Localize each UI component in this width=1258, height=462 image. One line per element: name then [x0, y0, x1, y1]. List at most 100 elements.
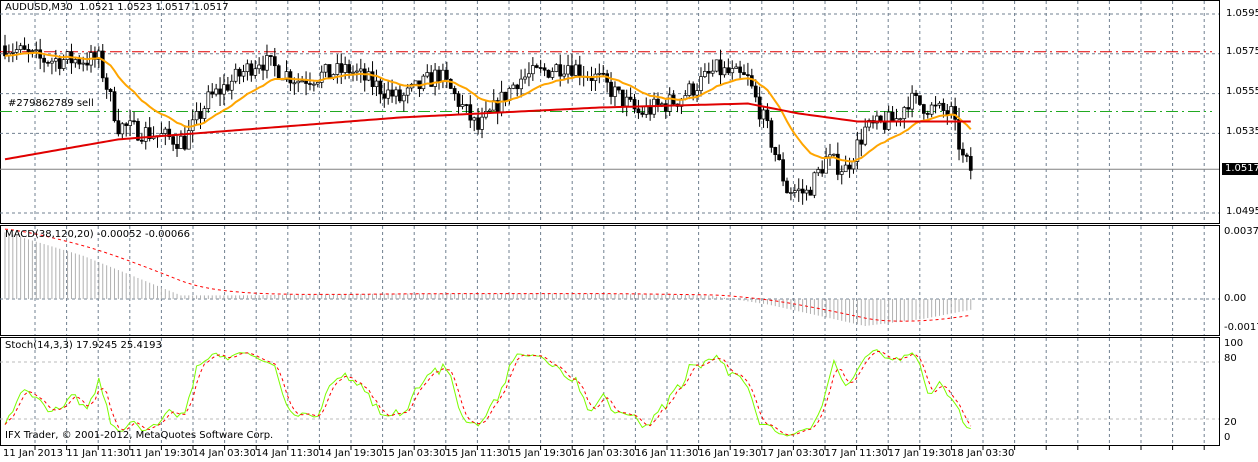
candle-body	[210, 91, 215, 95]
candle-body	[272, 56, 277, 67]
candle-body	[781, 159, 785, 182]
candle-body	[206, 91, 211, 109]
candle-body	[519, 78, 523, 90]
candle-body	[695, 90, 699, 96]
chart-header: AUDUSD,M30 1.0521 1.0523 1.0517 1.0517	[5, 2, 229, 14]
candle-body	[468, 104, 473, 121]
candle-body	[749, 75, 754, 87]
candle-body	[933, 104, 938, 107]
candle-body	[128, 120, 132, 126]
candle-body	[640, 112, 645, 115]
candle-body	[890, 111, 895, 122]
candle-body	[769, 120, 774, 148]
candle-body	[687, 83, 692, 96]
candle-body	[132, 120, 136, 123]
candle-body	[511, 84, 516, 89]
candle-body	[296, 80, 301, 84]
candle-body	[487, 109, 492, 112]
copyright-text: IFX Trader, © 2001-2012, MetaQuotes Soft…	[5, 430, 274, 441]
stoch-tick: 0	[1224, 432, 1231, 443]
candle-body	[648, 106, 653, 115]
time-tick: 14 Jan 03:30	[192, 448, 256, 459]
candle-body	[73, 59, 78, 64]
candle-body	[734, 66, 739, 69]
candle-body	[800, 188, 805, 194]
time-tick: 18 Jan 03:30	[951, 448, 1015, 459]
time-tick: 16 Jan 19:30	[698, 448, 762, 459]
candle-body	[26, 49, 31, 52]
candle-body	[253, 68, 258, 76]
candle-body	[315, 82, 320, 85]
stoch-tick: 80	[1224, 353, 1237, 364]
candle-body	[699, 76, 703, 91]
time-tick: 11 Jan 11:30	[66, 448, 130, 459]
candle-body	[914, 92, 918, 96]
candle-body	[667, 94, 672, 112]
symbol-label: AUDUSD,M30	[5, 2, 73, 13]
time-tick: 14 Jan 19:30	[319, 448, 383, 459]
candle-body	[574, 64, 578, 76]
candle-body	[476, 117, 480, 130]
price-tick: 1.0555	[1226, 86, 1258, 97]
candle-body	[288, 71, 293, 84]
candle-body	[902, 107, 907, 119]
candle-body	[77, 59, 82, 65]
candle-body	[820, 169, 825, 174]
candle-body	[753, 85, 758, 98]
candle-body	[229, 80, 234, 91]
candle-body	[233, 68, 238, 82]
candle-body	[347, 64, 351, 74]
candle-body	[851, 161, 856, 170]
candle-body	[577, 64, 582, 77]
candle-body	[269, 55, 273, 57]
order-label: #279862789 sell	[8, 98, 94, 109]
candle-body	[300, 80, 305, 83]
candle-body	[918, 95, 922, 105]
candle-body	[202, 108, 207, 119]
fast-moving-average	[4, 51, 972, 163]
candle-body	[312, 83, 316, 86]
candle-body	[527, 73, 531, 78]
candle-body	[65, 51, 70, 60]
stoch-label: Stoch(14,3,3) 17.9245 25.4193	[5, 340, 162, 351]
candle-body	[620, 89, 625, 107]
time-tick: 15 Jan 19:30	[508, 448, 572, 459]
candle-body	[906, 107, 911, 110]
candle-body	[968, 156, 973, 171]
candle-body	[343, 64, 348, 73]
price-tick: 1.0575	[1226, 46, 1258, 57]
time-tick: 17 Jan 03:30	[761, 448, 825, 459]
candle-body	[550, 71, 555, 78]
candle-body	[812, 172, 817, 196]
candle-body	[366, 71, 371, 81]
candle-body	[816, 169, 821, 174]
candle-body	[746, 74, 750, 76]
candle-body	[116, 120, 121, 135]
candle-body	[464, 104, 469, 106]
candle-body	[241, 71, 246, 77]
candle-body	[718, 59, 723, 76]
candle-body	[828, 154, 832, 158]
candle-body	[558, 64, 563, 77]
candle-body	[183, 135, 187, 150]
ohlc-values: 1.0521 1.0523 1.0517 1.0517	[79, 2, 229, 13]
candle-body	[276, 65, 281, 80]
candle-body	[703, 71, 707, 77]
candle-body	[398, 89, 402, 102]
candle-body	[835, 153, 840, 175]
candle-body	[503, 91, 508, 101]
candle-body	[925, 113, 930, 115]
current-price-badge: 1.0517	[1222, 163, 1258, 175]
candle-body	[444, 69, 449, 80]
candle-body	[929, 104, 934, 115]
candle-body	[624, 96, 629, 107]
candle-body	[832, 153, 836, 156]
time-tick: 16 Jan 11:30	[635, 448, 699, 459]
candle-body	[601, 72, 606, 75]
candle-body	[644, 106, 649, 115]
macd-tick: -0.00172	[1224, 322, 1258, 333]
candle-body	[394, 89, 398, 97]
candle-body	[339, 63, 344, 73]
time-tick: 11 Jan 2013	[3, 448, 63, 459]
time-tick: 15 Jan 03:30	[382, 448, 446, 459]
